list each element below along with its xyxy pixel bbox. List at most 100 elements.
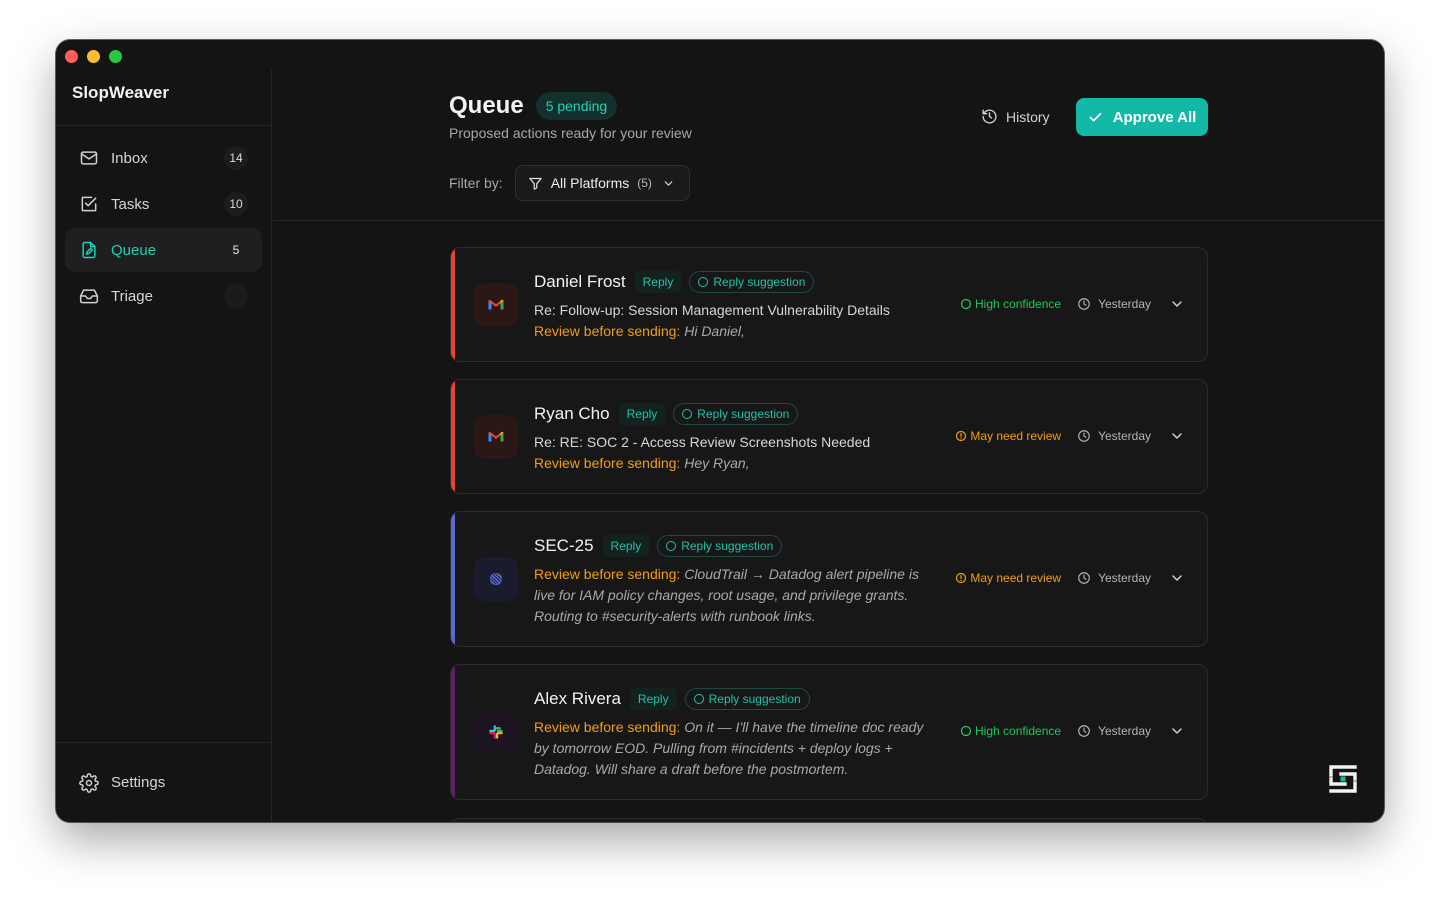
filter-value: All Platforms: [550, 175, 630, 191]
sidebar-item-tasks[interactable]: Tasks 10: [65, 182, 262, 226]
circle-icon: [693, 694, 704, 704]
mail-icon: [80, 151, 98, 165]
gmail-icon: [474, 283, 518, 327]
pending-badge: 5 pending: [535, 92, 618, 120]
chevron-down-icon[interactable]: [1169, 428, 1185, 444]
review-prefix: Review before sending:: [534, 323, 681, 339]
circle-icon: [698, 277, 709, 287]
minimize-window-button[interactable]: [87, 50, 100, 63]
approve-all-button[interactable]: Approve All: [1076, 98, 1208, 136]
card-review: Review before sending: Hey Ryan,: [534, 453, 934, 474]
app-name: SlopWeaver: [56, 60, 271, 126]
filter-label: Filter by:: [449, 175, 503, 191]
card-time: Yesterday: [1077, 429, 1151, 443]
card-subject: Re: RE: SOC 2 - Access Review Screenshot…: [534, 434, 871, 450]
queue-card-partial[interactable]: [450, 818, 1208, 822]
confidence-indicator: May need review: [955, 429, 1061, 443]
review-text: Hi Daniel,: [684, 323, 745, 339]
platform-filter-dropdown[interactable]: All Platforms (5): [514, 165, 690, 201]
queue-card[interactable]: SEC-25 Reply Reply suggestion Review bef…: [450, 511, 1208, 647]
history-button[interactable]: History: [981, 108, 1050, 125]
filter-row: Filter by: All Platforms (5): [449, 165, 690, 201]
slack-icon: [474, 710, 518, 754]
triage-count-badge: [224, 284, 248, 308]
card-accent-bar: [451, 665, 455, 799]
queue-card[interactable]: Daniel Frost Reply Reply suggestion Re: …: [450, 247, 1208, 362]
clock-icon: [1078, 572, 1090, 584]
review-prefix: Review before sending:: [534, 566, 681, 582]
suggestion-label: Reply suggestion: [681, 539, 774, 553]
time-label: Yesterday: [1098, 724, 1151, 738]
circle-outline-icon: [960, 298, 972, 310]
suggestion-label: Reply suggestion: [713, 275, 806, 289]
card-title: Alex Rivera: [534, 689, 621, 708]
queue-card[interactable]: Alex Rivera Reply Reply suggestion Revie…: [450, 664, 1208, 800]
suggestion-label: Reply suggestion: [697, 407, 790, 421]
sidebar-item-label: Inbox: [111, 149, 148, 167]
queue-header: Queue 5 pending Proposed actions ready f…: [273, 40, 1384, 221]
reply-tag: Reply: [602, 535, 650, 557]
gmail-icon: [474, 415, 518, 459]
queue-count-badge: 5: [232, 243, 240, 257]
alert-circle-icon: [956, 572, 967, 584]
review-prefix: Review before sending:: [534, 719, 681, 735]
confidence-indicator: High confidence: [960, 724, 1061, 738]
clock-icon: [1078, 298, 1090, 310]
confidence-indicator: High confidence: [960, 297, 1061, 311]
sidebar-item-inbox[interactable]: Inbox 14: [65, 136, 262, 180]
card-body: Daniel Frost Reply Reply suggestion Re: …: [534, 270, 934, 342]
clock-icon: [1078, 430, 1090, 442]
confidence-label: High confidence: [975, 724, 1062, 738]
sidebar-item-label: Queue: [111, 241, 157, 259]
chevron-down-icon: [664, 180, 673, 186]
card-review: Review before sending: On it — I'll have…: [534, 717, 934, 780]
card-time: Yesterday: [1077, 297, 1151, 311]
close-window-button[interactable]: [65, 50, 78, 63]
card-accent-bar: [451, 248, 455, 361]
reply-tag: Reply: [618, 403, 666, 425]
sidebar-item-triage[interactable]: Triage: [65, 274, 262, 318]
card-accent-bar: [451, 380, 455, 493]
card-title: SEC-25: [534, 536, 594, 555]
confidence-indicator: May need review: [955, 571, 1061, 585]
sidebar-item-queue[interactable]: Queue 5: [65, 228, 262, 272]
confidence-label: High confidence: [975, 297, 1062, 311]
sidebar-item-label: Triage: [111, 287, 153, 305]
sidebar-item-settings[interactable]: Settings: [56, 742, 271, 822]
card-accent-bar: [451, 512, 455, 646]
linear-icon: [474, 557, 518, 601]
filter-count: (5): [637, 176, 652, 190]
tasks-count-badge: 10: [224, 192, 248, 216]
page-subtitle: Proposed actions ready for your review: [449, 125, 692, 141]
confidence-label: May need review: [970, 571, 1062, 585]
reply-suggestion-tag: Reply suggestion: [657, 535, 783, 557]
suggestion-label: Reply suggestion: [708, 692, 801, 706]
filter-funnel-icon: [528, 177, 542, 190]
reply-tag: Reply: [629, 688, 677, 710]
page-title: Queue: [449, 92, 524, 119]
gear-icon: [79, 772, 99, 793]
zoom-window-button[interactable]: [109, 50, 122, 63]
review-text: Hey Ryan,: [684, 455, 750, 471]
inbox-count-badge: 14: [224, 146, 248, 170]
card-meta: High confidence Yesterday: [960, 723, 1185, 739]
card-meta: May need review Yesterday: [955, 570, 1185, 586]
card-title: Daniel Frost: [534, 272, 626, 291]
card-meta: May need review Yesterday: [955, 428, 1185, 444]
chevron-down-icon[interactable]: [1169, 570, 1185, 586]
reply-suggestion-tag: Reply suggestion: [689, 271, 815, 293]
window-controls: [65, 50, 122, 63]
chevron-down-icon[interactable]: [1169, 723, 1185, 739]
card-meta: High confidence Yesterday: [960, 296, 1185, 312]
circle-icon: [682, 409, 693, 419]
slopweaver-logo-icon[interactable]: [1326, 762, 1360, 796]
card-body: SEC-25 Reply Reply suggestion Review bef…: [534, 534, 934, 627]
alert-circle-icon: [956, 430, 967, 442]
title-row: Queue 5 pending: [449, 92, 618, 120]
reply-suggestion-tag: Reply suggestion: [684, 688, 810, 710]
inbox-tray-icon: [79, 289, 99, 304]
chevron-down-icon[interactable]: [1169, 296, 1185, 312]
queue-card[interactable]: Ryan Cho Reply Reply suggestion Re: RE: …: [450, 379, 1208, 494]
sidebar-nav: Inbox 14 Tasks 10 Queue 5 Triage: [56, 126, 271, 330]
time-label: Yesterday: [1098, 429, 1151, 443]
